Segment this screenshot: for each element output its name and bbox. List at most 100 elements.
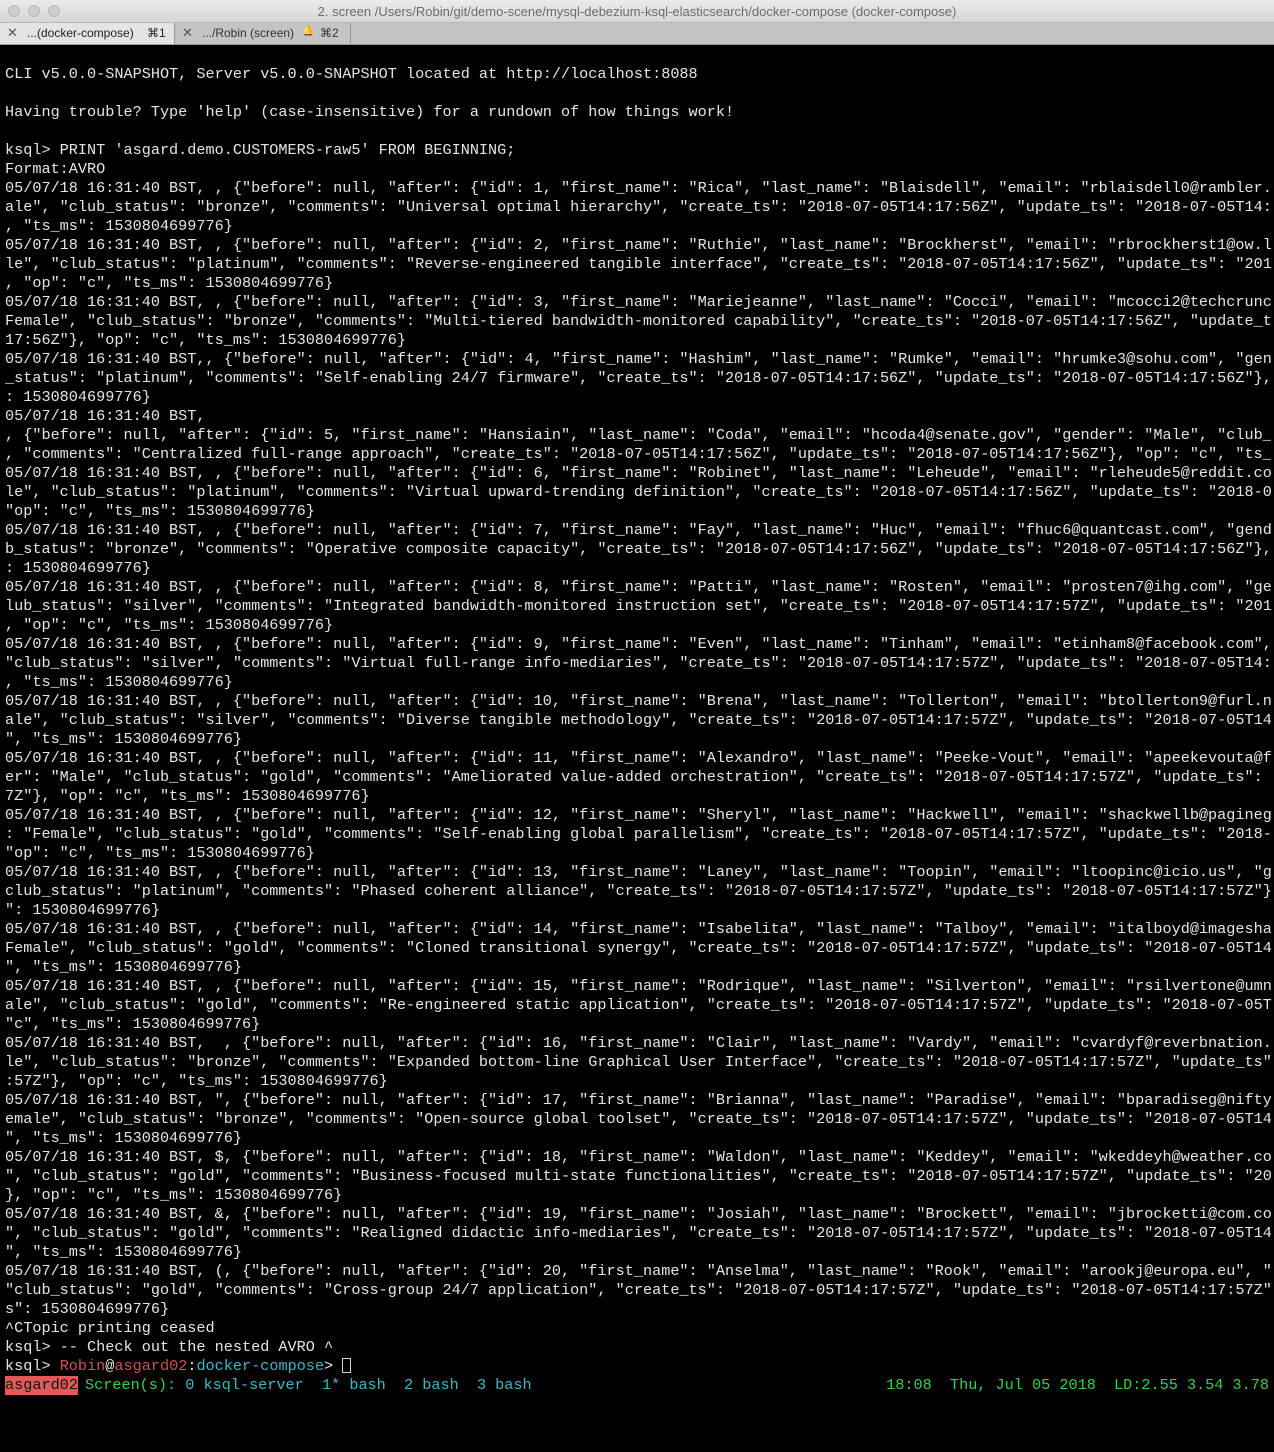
tab-docker-compose[interactable]: ✕ ...(docker-compose) ⌘1 xyxy=(0,23,175,44)
terminal-line: 05/07/18 16:31:40 BST, , {"before": null… xyxy=(5,179,1271,197)
terminal-line: 05/07/18 16:31:40 BST, , {"before": null… xyxy=(5,635,1271,653)
terminal-line: 05/07/18 16:31:40 BST, , {"before": null… xyxy=(5,236,1271,254)
tab-label: ...(docker-compose) xyxy=(27,26,134,40)
terminal-line: : 1530804699776} xyxy=(5,388,151,406)
terminal-line: Female", "club_status": "gold", "comment… xyxy=(5,939,1271,957)
terminal-line: ", "club_status": "gold", "comments": "B… xyxy=(5,1167,1271,1185)
terminal-line: club_status": "platinum", "comments": "P… xyxy=(5,882,1271,900)
terminal-line: "club_status": "silver", "comments": "Vi… xyxy=(5,654,1271,672)
terminal-line: "op": "c", "ts_ms": 1530804699776} xyxy=(5,502,315,520)
status-date: Thu, Jul 05 2018 xyxy=(949,1376,1096,1394)
status-time: 18:08 xyxy=(886,1376,932,1394)
terminal-line: : 1530804699776} xyxy=(5,559,151,577)
terminal-line: 05/07/18 16:31:40 BST, , {"before": null… xyxy=(5,806,1271,824)
terminal-line: , "ts_ms": 1530804699776} xyxy=(5,673,233,691)
terminal-line: , "op": "c", "ts_ms": 1530804699776} xyxy=(5,274,334,292)
terminal-line: 05/07/18 16:31:40 BST, , {"before": null… xyxy=(5,863,1271,881)
terminal-line: ", "ts_ms": 1530804699776} xyxy=(5,1243,242,1261)
bell-icon: 🔔 xyxy=(302,26,315,37)
tab-robin-screen[interactable]: ✕ .../Robin (screen) 🔔 ⌘2 xyxy=(175,23,351,44)
terminal-line: lub_status": "silver", "comments": "Inte… xyxy=(5,597,1271,615)
terminal-line: 05/07/18 16:31:40 BST, , {"before": null… xyxy=(5,920,1271,938)
terminal-line: 05/07/18 16:31:40 BST, , {"before": null… xyxy=(5,1034,1271,1052)
terminal-line: ksql> PRINT 'asgard.demo.CUSTOMERS-raw5'… xyxy=(5,141,516,159)
terminal-line: ": 1530804699776} xyxy=(5,901,160,919)
terminal-line: le", "club_status": "bronze", "comments"… xyxy=(5,1053,1271,1071)
terminal-line: Female", "club_status": "bronze", "comme… xyxy=(5,312,1271,330)
screen-window[interactable]: 0 ksql-server xyxy=(185,1376,303,1394)
terminal-output[interactable]: CLI v5.0.0-SNAPSHOT, Server v5.0.0-SNAPS… xyxy=(5,65,1271,1376)
terminal-line: CLI v5.0.0-SNAPSHOT, Server v5.0.0-SNAPS… xyxy=(5,65,698,83)
terminal-line: 05/07/18 16:31:40 BST, , {"before": null… xyxy=(5,749,1271,767)
prompt-user: Robin xyxy=(59,1357,106,1375)
terminal-line: "c", "ts_ms": 1530804699776} xyxy=(5,1015,261,1033)
terminal-line: ale", "club_status": "gold", "comments":… xyxy=(5,996,1271,1014)
terminal-line: 05/07/18 16:31:40 BST, , {"before": null… xyxy=(5,464,1271,482)
terminal-line: ksql> -- Check out the nested AVRO ^ xyxy=(5,1338,334,1356)
terminal-line: 05/07/18 16:31:40 BST, &, {"before": nul… xyxy=(5,1205,1271,1223)
close-tab-icon[interactable]: ✕ xyxy=(182,25,193,41)
terminal-line: ", "ts_ms": 1530804699776} xyxy=(5,958,242,976)
terminal-line: ", "club_status": "gold", "comments": "R… xyxy=(5,1224,1271,1242)
screens-label: Screen(s): xyxy=(85,1376,186,1394)
window-titlebar: 2. screen /Users/Robin/git/demo-scene/my… xyxy=(0,0,1274,23)
prompt-suffix: > xyxy=(324,1357,343,1375)
terminal-lines: CLI v5.0.0-SNAPSHOT, Server v5.0.0-SNAPS… xyxy=(5,65,1271,1357)
terminal-line: er": "Male", "club_status": "gold", "com… xyxy=(5,768,1263,786)
terminal-line: "club_status": "gold", "comments": "Cros… xyxy=(5,1281,1271,1299)
terminal-line: , "op": "c", "ts_ms": 1530804699776} xyxy=(5,616,334,634)
terminal-line: }, "op": "c", "ts_ms": 1530804699776} xyxy=(5,1186,343,1204)
terminal-line: ale", "club_status": "bronze", "comments… xyxy=(5,198,1271,216)
tab-label: .../Robin (screen) xyxy=(202,26,295,40)
terminal-prompt-line[interactable]: ksql> Robin@asgard02:docker-compose> xyxy=(5,1357,1271,1376)
window-title: 2. screen /Users/Robin/git/demo-scene/my… xyxy=(317,4,957,19)
terminal-line: "op": "c", "ts_ms": 1530804699776} xyxy=(5,844,315,862)
terminal-line: le", "club_status": "platinum", "comment… xyxy=(5,483,1271,501)
terminal-line: , "ts_ms": 1530804699776} xyxy=(5,217,233,235)
terminal-line: 05/07/18 16:31:40 BST, , {"before": null… xyxy=(5,293,1271,311)
screen-window[interactable]: 2 bash xyxy=(404,1376,459,1394)
terminal-line: ", "ts_ms": 1530804699776} xyxy=(5,1129,242,1147)
terminal-line: 05/07/18 16:31:40 BST,, {"before": null,… xyxy=(5,350,1271,368)
tab-bar: ✕ ...(docker-compose) ⌘1 ✕ .../Robin (sc… xyxy=(0,23,1274,45)
terminal-line: 05/07/18 16:31:40 BST, (, {"before": nul… xyxy=(5,1262,1271,1280)
tab-shortcut: ⌘1 xyxy=(147,26,166,40)
terminal-line: ale", "club_status": "silver", "comments… xyxy=(5,711,1271,729)
screen-window[interactable]: 3 bash xyxy=(477,1376,532,1394)
terminal-line: 05/07/18 16:31:40 BST, , {"before": null… xyxy=(5,977,1271,995)
terminal-line: _status": "platinum", "comments": "Self-… xyxy=(5,369,1271,387)
terminal-line: Having trouble? Type 'help' (case-insens… xyxy=(5,103,735,121)
terminal-line: 05/07/18 16:31:40 BST, , {"before": null… xyxy=(5,692,1271,710)
terminal-line: 17:56Z"}, "op": "c", "ts_ms": 1530804699… xyxy=(5,331,407,349)
terminal-line: ^CTopic printing ceased xyxy=(5,1319,215,1337)
terminal-line: , {"before": null, "after": {"id": 5, "f… xyxy=(5,426,1271,444)
prompt-dir: docker-compose xyxy=(196,1357,325,1375)
text-cursor xyxy=(342,1358,352,1373)
terminal-line: , "comments": "Centralized full-range ap… xyxy=(5,445,1271,463)
terminal-line: 05/07/18 16:31:40 BST, xyxy=(5,407,206,425)
ksql-prompt: ksql> xyxy=(5,1357,60,1375)
terminal-line: Format:AVRO xyxy=(5,160,106,178)
status-clock: 18:08 Thu, Jul 05 2018 LD:2.55 3.54 3.78 xyxy=(886,1376,1269,1395)
terminal-line: 7Z"}, "op": "c", "ts_ms": 1530804699776} xyxy=(5,787,370,805)
terminal-line: 05/07/18 16:31:40 BST, , {"before": null… xyxy=(5,578,1271,596)
screen-windows: Screen(s): 0 ksql-server 1* bash 2 bash … xyxy=(85,1376,532,1395)
terminal-line: emale", "club_status": "bronze", "commen… xyxy=(5,1110,1271,1128)
terminal-line: 05/07/18 16:31:40 BST, , {"before": null… xyxy=(5,521,1271,539)
prompt-host: asgard02 xyxy=(114,1357,188,1375)
terminal-line: le", "club_status": "platinum", "comment… xyxy=(5,255,1271,273)
terminal-line: b_status": "bronze", "comments": "Operat… xyxy=(5,540,1271,558)
close-tab-icon[interactable]: ✕ xyxy=(7,25,18,41)
terminal-line: : "Female", "club_status": "gold", "comm… xyxy=(5,825,1271,843)
terminal-line: :57Z"}, "op": "c", "ts_ms": 153080469977… xyxy=(5,1072,388,1090)
status-load: LD:2.55 3.54 3.78 xyxy=(1114,1376,1269,1394)
terminal-line: 05/07/18 16:31:40 BST, $, {"before": nul… xyxy=(5,1148,1271,1166)
terminal-line: 05/07/18 16:31:40 BST, ", {"before": nul… xyxy=(5,1091,1271,1109)
screen-window[interactable]: 1* bash xyxy=(322,1376,386,1394)
screen-status-bar: asgard02 Screen(s): 0 ksql-server 1* bas… xyxy=(5,1376,1269,1395)
tab-shortcut: ⌘2 xyxy=(320,26,339,40)
terminal-line: s": 1530804699776} xyxy=(5,1300,170,1318)
terminal-line: ", "ts_ms": 1530804699776} xyxy=(5,730,242,748)
